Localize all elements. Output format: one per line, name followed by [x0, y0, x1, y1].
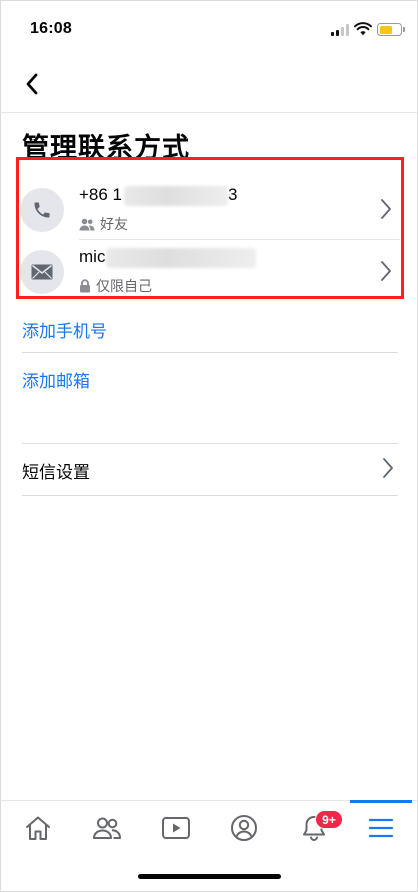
phone-number: +86 1 3	[79, 185, 237, 206]
page-title: 管理联系方式	[22, 133, 190, 163]
chevron-left-icon	[26, 73, 38, 95]
cellular-signal-icon	[331, 24, 349, 36]
wifi-icon	[354, 22, 372, 36]
contact-row-email[interactable]: mic 仅限自己	[20, 242, 400, 306]
tab-profile[interactable]	[226, 810, 262, 846]
divider	[22, 352, 398, 353]
phone-number-redacted	[124, 185, 229, 206]
active-tab-indicator	[350, 800, 412, 803]
friends-icon	[93, 817, 121, 839]
tab-menu[interactable]	[363, 810, 399, 846]
home-icon	[26, 816, 50, 840]
chevron-right-icon	[381, 199, 391, 219]
tab-watch[interactable]	[158, 810, 194, 846]
tab-home[interactable]	[20, 810, 56, 846]
email-address-redacted	[106, 247, 257, 268]
email-audience-label: 仅限自己	[96, 278, 152, 294]
profile-icon	[231, 815, 257, 841]
chevron-right-icon	[381, 261, 391, 281]
sms-settings-label: 短信设置	[22, 463, 90, 482]
nav-divider	[0, 112, 418, 113]
status-time: 16:08	[30, 20, 72, 37]
row-divider	[79, 239, 400, 240]
lock-icon	[80, 279, 90, 293]
phone-icon	[34, 202, 50, 218]
contact-row-phone[interactable]: +86 1 3 好友	[20, 180, 400, 244]
battery-icon	[377, 23, 402, 36]
notification-badge: 9+	[315, 810, 343, 829]
phone-audience: 好友	[79, 214, 128, 234]
add-email-link[interactable]: 添加邮箱	[22, 367, 90, 392]
email-audience: 仅限自己	[79, 276, 152, 296]
phone-icon-circle	[20, 188, 64, 232]
tab-bar	[0, 800, 418, 860]
sms-settings-row[interactable]: 短信设置	[22, 444, 398, 496]
tab-friends[interactable]	[89, 810, 125, 846]
phone-number-suffix: 3	[228, 185, 238, 204]
home-indicator	[138, 874, 281, 879]
email-address-prefix: mic	[79, 247, 106, 266]
watch-icon	[162, 817, 190, 839]
email-address: mic	[79, 247, 257, 268]
friends-icon	[79, 218, 95, 230]
phone-number-prefix: +86 1	[79, 185, 123, 204]
phone-audience-label: 好友	[100, 216, 128, 232]
mail-icon	[31, 264, 53, 280]
chevron-right-icon	[383, 458, 393, 478]
divider	[22, 495, 398, 496]
back-button[interactable]	[18, 70, 46, 98]
menu-icon	[368, 818, 394, 838]
email-icon-circle	[20, 250, 64, 294]
status-bar: 16:08	[0, 0, 418, 60]
add-phone-link[interactable]: 添加手机号	[22, 317, 107, 342]
